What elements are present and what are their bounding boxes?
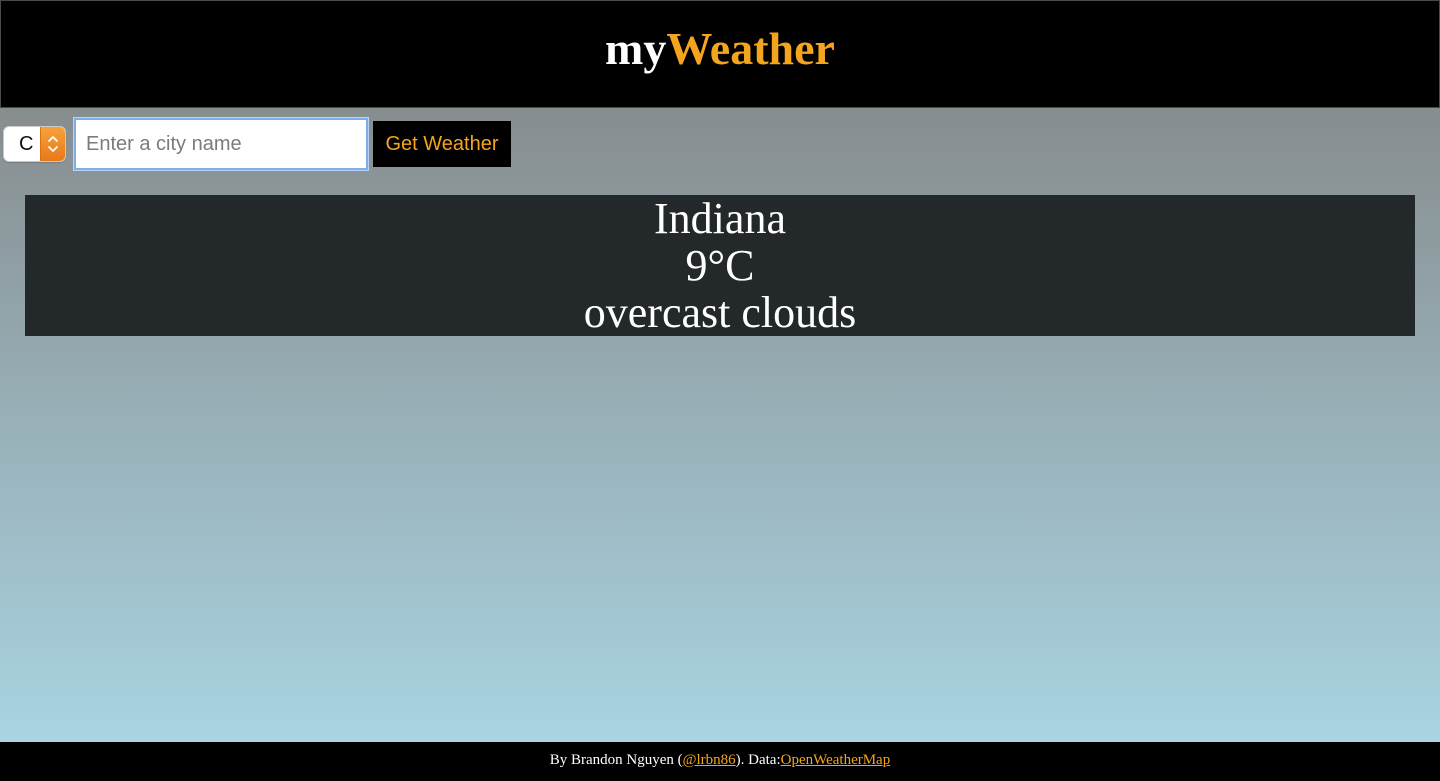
data-source-link[interactable]: OpenWeatherMap	[781, 752, 891, 769]
footer-middle: ). Data:	[735, 752, 781, 768]
city-search-input[interactable]	[73, 117, 369, 171]
weather-location: Indiana	[654, 194, 786, 243]
app-title: myWeather	[605, 26, 835, 72]
weather-description: overcast clouds	[583, 288, 857, 337]
get-weather-button[interactable]: Get Weather	[373, 121, 511, 167]
unit-selected-value: C	[19, 133, 34, 155]
weather-temperature: 9°C	[685, 241, 755, 290]
unit-select[interactable]: C	[3, 126, 66, 162]
brand-prefix: my	[605, 23, 667, 74]
up-down-chevron-icon[interactable]	[40, 127, 65, 161]
page-footer: By Brandon Nguyen (@lrbn86). Data: OpenW…	[0, 742, 1440, 781]
footer-prefix: By Brandon Nguyen (	[549, 752, 683, 768]
brand-suffix: Weather	[666, 23, 835, 74]
search-controls: C Get Weather	[3, 117, 511, 171]
app-header: myWeather	[0, 0, 1440, 108]
author-handle-link[interactable]: @lrbn86	[683, 752, 736, 769]
weather-result-card: Indiana 9°C overcast clouds	[25, 195, 1415, 336]
